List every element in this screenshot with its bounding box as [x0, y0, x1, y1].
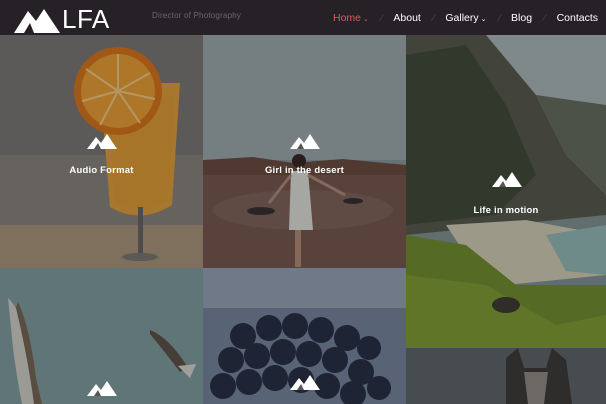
- gallery-item-dog[interactable]: [406, 348, 606, 404]
- gallery-item-birds[interactable]: [0, 268, 203, 404]
- nav-item-blog[interactable]: Blog: [511, 12, 532, 24]
- gallery-item-caption: Audio Format: [69, 165, 134, 176]
- nav-item-label: Gallery: [445, 11, 479, 24]
- gallery-item-life-in-motion[interactable]: Life in motion: [406, 35, 606, 348]
- gallery-item-girl-in-the-desert[interactable]: Girl in the desert: [203, 35, 406, 268]
- nav-item-label: Blog: [511, 11, 533, 24]
- nav-item-gallery[interactable]: Gallery ⌄: [445, 12, 486, 24]
- chevron-down-icon: ⌄: [480, 15, 487, 23]
- nav-separator: /: [541, 12, 548, 23]
- nav-item-label: Home: [333, 11, 362, 24]
- nav-separator: /: [378, 12, 385, 23]
- site-logo[interactable]: LFA: [14, 3, 118, 33]
- photo-coast: [406, 35, 606, 348]
- mountain-icon: [87, 381, 117, 396]
- nav-item-contacts[interactable]: Contacts: [557, 12, 598, 24]
- photo-drink: [0, 35, 203, 268]
- gallery-item-audio-format[interactable]: Audio Format: [0, 35, 203, 268]
- nav-item-label: Contacts: [556, 11, 598, 24]
- photo-desert: [203, 35, 406, 268]
- nav-separator: /: [430, 12, 437, 23]
- logo-mountain-icon: [14, 9, 60, 33]
- site-header: LFA Director of Photography Home ⌄ / Abo…: [0, 0, 606, 35]
- gallery-item-caption: Life in motion: [473, 205, 539, 216]
- gallery-item-caption: Girl in the desert: [264, 165, 345, 176]
- site-tagline: Director of Photography: [152, 11, 242, 20]
- nav-item-label: About: [393, 11, 421, 24]
- main-nav: Home ⌄ / About / Gallery ⌄ / Blog / Cont…: [333, 0, 598, 35]
- mountain-icon: [87, 134, 117, 149]
- chevron-down-icon: ⌄: [363, 15, 369, 23]
- mountain-icon: [290, 375, 320, 390]
- logo-text: LFA: [62, 4, 110, 34]
- nav-item-about[interactable]: About: [393, 12, 420, 24]
- nav-item-home[interactable]: Home ⌄: [333, 12, 369, 24]
- photo-dog: [406, 348, 606, 404]
- mountain-icon: [492, 172, 522, 187]
- nav-separator: /: [495, 12, 502, 23]
- mountain-icon: [290, 134, 320, 149]
- gallery-item-blueberries[interactable]: [203, 268, 406, 404]
